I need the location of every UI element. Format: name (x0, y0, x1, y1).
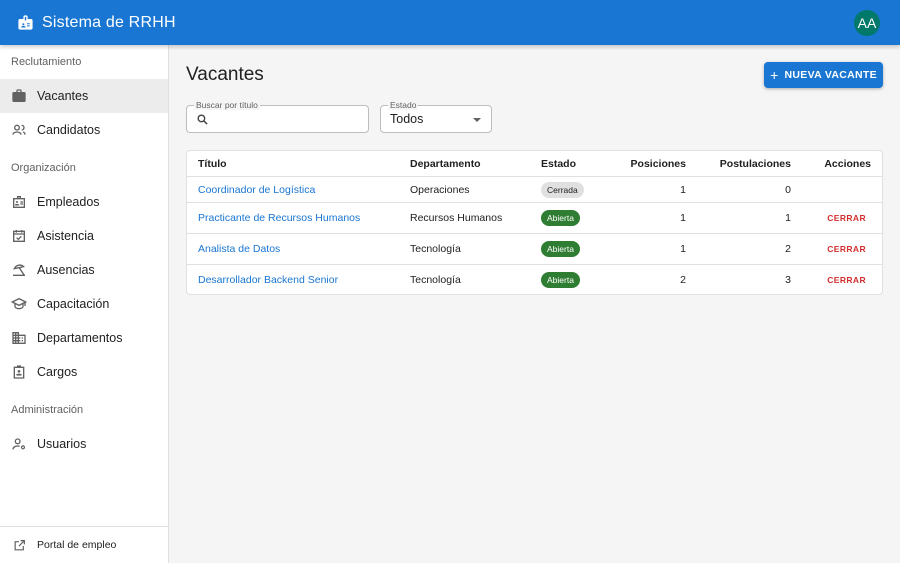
vacancy-positions: 1 (680, 243, 686, 255)
user-avatar[interactable]: AA (854, 10, 880, 36)
new-vacancy-button[interactable]: + NUEVA VACANTE (764, 62, 883, 88)
table-header: Título Departamento Estado Posiciones Po… (187, 151, 882, 177)
app-bar: Sistema de RRHH AA (0, 0, 900, 45)
sidebar-section-reclutamiento: Reclutamiento (11, 56, 82, 68)
chevron-down-icon (473, 118, 481, 122)
table-row: Desarrollador Backend Senior Tecnología … (187, 265, 882, 295)
table-row: Coordinador de Logística Operaciones Cer… (187, 177, 882, 203)
vacancy-applications: 1 (785, 212, 791, 224)
status-badge: Abierta (541, 265, 580, 295)
status-badge-label: Abierta (541, 241, 580, 257)
sidebar-item-label: Empleados (37, 195, 100, 209)
search-icon (196, 113, 209, 126)
status-badge-label: Abierta (541, 272, 580, 288)
sidebar-item-cargos[interactable]: Cargos (0, 355, 168, 389)
vacancy-applications: 2 (785, 243, 791, 255)
vacancy-title-link[interactable]: Coordinador de Logística (198, 177, 315, 202)
sidebar-item-candidatos[interactable]: Candidatos (0, 113, 168, 147)
vacancy-title-link[interactable]: Desarrollador Backend Senior (198, 265, 338, 295)
vacancy-department: Tecnología (410, 243, 461, 255)
search-input[interactable]: Buscar por título (186, 100, 369, 133)
vacancy-applications: 3 (785, 274, 791, 286)
sidebar-item-usuarios[interactable]: Usuarios (0, 427, 168, 461)
main-content: Vacantes + NUEVA VACANTE Buscar por títu… (169, 45, 900, 563)
external-link-icon (12, 538, 26, 552)
app-title: Sistema de RRHH (42, 13, 176, 31)
sidebar-item-label: Capacitación (37, 297, 110, 311)
sidebar-item-capacitacion[interactable]: Capacitación (0, 287, 168, 321)
state-select[interactable]: Estado Todos (380, 100, 492, 133)
sidebar-item-label: Asistencia (37, 229, 94, 243)
work-badge-icon (16, 14, 34, 32)
close-vacancy-label: CERRAR (827, 213, 866, 223)
status-badge-label: Abierta (541, 210, 580, 226)
table-row: Analista de Datos Tecnología Abierta 1 2… (187, 234, 882, 265)
badge-icon (11, 364, 27, 380)
search-label: Buscar por título (194, 100, 260, 110)
vacancy-title-link[interactable]: Practicante de Recursos Humanos (198, 203, 360, 233)
building-icon (11, 330, 27, 346)
page-title: Vacantes (186, 64, 264, 85)
vacancy-title-link[interactable]: Analista de Datos (198, 234, 280, 264)
sidebar-item-departamentos[interactable]: Departamentos (0, 321, 168, 355)
vacancy-department: Tecnología (410, 274, 461, 286)
vacancy-applications: 0 (785, 183, 791, 196)
sidebar-item-label: Usuarios (37, 437, 87, 451)
vacancy-department: Recursos Humanos (410, 212, 503, 224)
column-header-state[interactable]: Estado (541, 151, 576, 176)
column-header-positions[interactable]: Posiciones (631, 151, 686, 176)
people-icon (11, 122, 27, 138)
vacancies-table: Título Departamento Estado Posiciones Po… (186, 150, 883, 295)
sidebar-section-organizacion: Organización (11, 162, 76, 174)
sidebar-item-label: Vacantes (37, 89, 89, 103)
status-badge: Cerrada (541, 177, 584, 202)
sidebar-item-label: Cargos (37, 365, 78, 379)
close-vacancy-button[interactable]: CERRAR (822, 265, 871, 295)
close-vacancy-button[interactable]: CERRAR (822, 203, 871, 233)
sidebar-item-label: Ausencias (37, 263, 95, 277)
sidebar-item-portal-empleo[interactable]: Portal de empleo (0, 526, 168, 563)
school-icon (11, 296, 27, 312)
calendar-check-icon (11, 228, 27, 244)
column-header-title[interactable]: Título (198, 151, 227, 176)
vacancy-department: Operaciones (410, 183, 470, 196)
id-badge-icon (11, 194, 27, 210)
status-badge: Abierta (541, 234, 580, 264)
state-select-value: Todos (390, 112, 424, 126)
vacancy-positions: 1 (680, 212, 686, 224)
close-vacancy-button[interactable]: CERRAR (822, 234, 871, 264)
beach-icon (11, 262, 27, 278)
user-gear-icon (11, 436, 27, 452)
status-badge-label: Cerrada (541, 181, 584, 198)
plus-icon: + (770, 67, 779, 83)
column-header-department[interactable]: Departamento (410, 151, 481, 176)
sidebar: Reclutamiento Vacantes Candidatos Organi… (0, 45, 169, 563)
vacancy-positions: 1 (680, 183, 686, 196)
briefcase-icon (11, 88, 27, 104)
sidebar-item-label: Departamentos (37, 331, 123, 345)
close-vacancy-label: CERRAR (827, 244, 866, 254)
state-select-label: Estado (388, 100, 419, 110)
sidebar-item-empleados[interactable]: Empleados (0, 185, 168, 219)
sidebar-item-ausencias[interactable]: Ausencias (0, 253, 168, 287)
table-row: Practicante de Recursos Humanos Recursos… (187, 203, 882, 234)
vacancy-positions: 2 (680, 274, 686, 286)
sidebar-footer-label: Portal de empleo (37, 539, 117, 551)
new-vacancy-label: NUEVA VACANTE (784, 69, 877, 81)
status-badge: Abierta (541, 203, 580, 233)
sidebar-section-administracion: Administración (11, 404, 84, 416)
column-header-actions: Acciones (824, 157, 871, 170)
column-header-applications[interactable]: Postulaciones (720, 151, 791, 176)
sidebar-item-vacantes[interactable]: Vacantes (0, 79, 168, 113)
sidebar-item-label: Candidatos (37, 123, 101, 137)
sidebar-item-asistencia[interactable]: Asistencia (0, 219, 168, 253)
close-vacancy-label: CERRAR (827, 275, 866, 285)
